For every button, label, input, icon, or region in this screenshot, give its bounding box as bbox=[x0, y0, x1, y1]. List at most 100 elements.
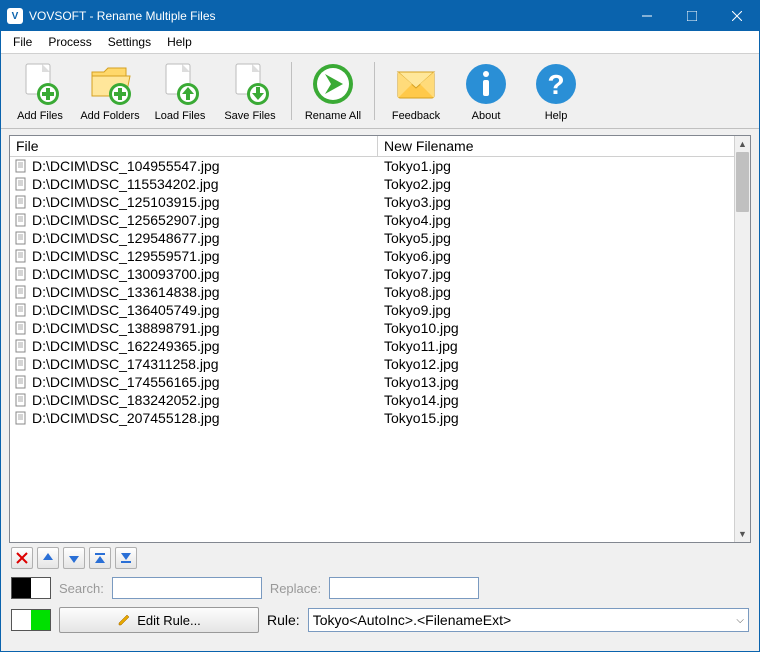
cell-new-filename: Tokyo8.jpg bbox=[378, 284, 734, 300]
cell-new-filename: Tokyo10.jpg bbox=[378, 320, 734, 336]
app-icon: V bbox=[7, 8, 23, 24]
about-icon bbox=[462, 60, 510, 108]
toolbar-feedback-button[interactable]: Feedback bbox=[381, 56, 451, 126]
scroll-down-icon[interactable]: ▼ bbox=[735, 526, 750, 542]
rule-dropdown[interactable]: Tokyo<AutoInc>.<FilenameExt> ⌵ bbox=[308, 608, 749, 632]
rule-label: Rule: bbox=[267, 612, 300, 628]
table-row[interactable]: D:\DCIM\DSC_162249365.jpgTokyo11.jpg bbox=[10, 337, 734, 355]
table-row[interactable]: D:\DCIM\DSC_129559571.jpgTokyo6.jpg bbox=[10, 247, 734, 265]
table-row[interactable]: D:\DCIM\DSC_125652907.jpgTokyo4.jpg bbox=[10, 211, 734, 229]
search-input[interactable] bbox=[112, 577, 262, 599]
menu-settings[interactable]: Settings bbox=[100, 33, 159, 51]
cell-new-filename: Tokyo2.jpg bbox=[378, 176, 734, 192]
column-header-file[interactable]: File bbox=[10, 136, 378, 156]
cell-new-filename: Tokyo4.jpg bbox=[378, 212, 734, 228]
cell-file: D:\DCIM\DSC_104955547.jpg bbox=[10, 158, 378, 174]
cell-file: D:\DCIM\DSC_174556165.jpg bbox=[10, 374, 378, 390]
maximize-button[interactable] bbox=[669, 1, 714, 31]
table-row[interactable]: D:\DCIM\DSC_136405749.jpgTokyo9.jpg bbox=[10, 301, 734, 319]
arrow-top-icon bbox=[93, 551, 107, 565]
move-top-button[interactable] bbox=[89, 547, 111, 569]
cell-new-filename: Tokyo1.jpg bbox=[378, 158, 734, 174]
toolbar-add-files-button[interactable]: Add Files bbox=[5, 56, 75, 126]
rule-row: Edit Rule... Rule: Tokyo<AutoInc>.<Filen… bbox=[9, 603, 751, 637]
delete-x-icon bbox=[15, 551, 29, 565]
cell-new-filename: Tokyo11.jpg bbox=[378, 338, 734, 354]
cell-file: D:\DCIM\DSC_183242052.jpg bbox=[10, 392, 378, 408]
cell-new-filename: Tokyo3.jpg bbox=[378, 194, 734, 210]
rule-toggle-swatch[interactable] bbox=[11, 609, 51, 631]
arrow-up-icon bbox=[41, 551, 55, 565]
scroll-up-icon[interactable]: ▲ bbox=[735, 136, 750, 152]
toolbar-load-files-button[interactable]: Load Files bbox=[145, 56, 215, 126]
search-toggle-swatch[interactable] bbox=[11, 577, 51, 599]
toolbar-label: Save Files bbox=[224, 110, 275, 122]
cell-file: D:\DCIM\DSC_125103915.jpg bbox=[10, 194, 378, 210]
cell-file: D:\DCIM\DSC_115534202.jpg bbox=[10, 176, 378, 192]
vertical-scrollbar[interactable]: ▲ ▼ bbox=[734, 136, 750, 542]
table-row[interactable]: D:\DCIM\DSC_130093700.jpgTokyo7.jpg bbox=[10, 265, 734, 283]
table-row[interactable]: D:\DCIM\DSC_125103915.jpgTokyo3.jpg bbox=[10, 193, 734, 211]
toolbar-label: Add Files bbox=[17, 110, 63, 122]
table-row[interactable]: D:\DCIM\DSC_174556165.jpgTokyo13.jpg bbox=[10, 373, 734, 391]
save-files-icon bbox=[226, 60, 274, 108]
toolbar-rename-all-button[interactable]: Rename All bbox=[298, 56, 368, 126]
table-row[interactable]: D:\DCIM\DSC_133614838.jpgTokyo8.jpg bbox=[10, 283, 734, 301]
delete-row-button[interactable] bbox=[11, 547, 33, 569]
toolbar-label: About bbox=[472, 110, 501, 122]
move-down-button[interactable] bbox=[63, 547, 85, 569]
feedback-icon bbox=[392, 60, 440, 108]
cell-new-filename: Tokyo14.jpg bbox=[378, 392, 734, 408]
cell-file: D:\DCIM\DSC_129559571.jpg bbox=[10, 248, 378, 264]
chevron-down-icon: ⌵ bbox=[736, 615, 744, 626]
minimize-button[interactable] bbox=[624, 1, 669, 31]
table-row[interactable]: D:\DCIM\DSC_183242052.jpgTokyo14.jpg bbox=[10, 391, 734, 409]
toolbar-label: Rename All bbox=[305, 110, 361, 122]
row-controls bbox=[9, 543, 751, 573]
search-replace-row: Search: Replace: bbox=[9, 573, 751, 603]
toolbar-help-button[interactable]: ? Help bbox=[521, 56, 591, 126]
cell-file: D:\DCIM\DSC_136405749.jpg bbox=[10, 302, 378, 318]
table-row[interactable]: D:\DCIM\DSC_104955547.jpgTokyo1.jpg bbox=[10, 157, 734, 175]
rename-all-icon bbox=[309, 60, 357, 108]
column-header-new-filename[interactable]: New Filename bbox=[378, 136, 734, 156]
titlebar: V VOVSOFT - Rename Multiple Files bbox=[1, 1, 759, 31]
help-icon: ? bbox=[532, 60, 580, 108]
cell-file: D:\DCIM\DSC_129548677.jpg bbox=[10, 230, 378, 246]
toolbar-label: Add Folders bbox=[80, 110, 139, 122]
toolbar-label: Help bbox=[545, 110, 568, 122]
toolbar-add-folders-button[interactable]: Add Folders bbox=[75, 56, 145, 126]
close-button[interactable] bbox=[714, 1, 759, 31]
menu-help[interactable]: Help bbox=[159, 33, 200, 51]
cell-new-filename: Tokyo6.jpg bbox=[378, 248, 734, 264]
cell-new-filename: Tokyo5.jpg bbox=[378, 230, 734, 246]
add-files-icon bbox=[16, 60, 64, 108]
table-row[interactable]: D:\DCIM\DSC_138898791.jpgTokyo10.jpg bbox=[10, 319, 734, 337]
edit-rule-label: Edit Rule... bbox=[137, 613, 201, 628]
table-row[interactable]: D:\DCIM\DSC_174311258.jpgTokyo12.jpg bbox=[10, 355, 734, 373]
replace-input[interactable] bbox=[329, 577, 479, 599]
cell-new-filename: Tokyo15.jpg bbox=[378, 410, 734, 426]
menubar: File Process Settings Help bbox=[1, 31, 759, 54]
search-label: Search: bbox=[59, 581, 104, 596]
cell-new-filename: Tokyo9.jpg bbox=[378, 302, 734, 318]
file-table: File New Filename D:\DCIM\DSC_104955547.… bbox=[9, 135, 751, 543]
pencil-icon bbox=[117, 613, 131, 627]
toolbar-about-button[interactable]: About bbox=[451, 56, 521, 126]
table-row[interactable]: D:\DCIM\DSC_115534202.jpgTokyo2.jpg bbox=[10, 175, 734, 193]
menu-process[interactable]: Process bbox=[40, 33, 99, 51]
toolbar-save-files-button[interactable]: Save Files bbox=[215, 56, 285, 126]
move-bottom-button[interactable] bbox=[115, 547, 137, 569]
cell-file: D:\DCIM\DSC_125652907.jpg bbox=[10, 212, 378, 228]
menu-file[interactable]: File bbox=[5, 33, 40, 51]
cell-file: D:\DCIM\DSC_162249365.jpg bbox=[10, 338, 378, 354]
cell-file: D:\DCIM\DSC_130093700.jpg bbox=[10, 266, 378, 282]
move-up-button[interactable] bbox=[37, 547, 59, 569]
table-row[interactable]: D:\DCIM\DSC_207455128.jpgTokyo15.jpg bbox=[10, 409, 734, 427]
add-folders-icon bbox=[86, 60, 134, 108]
scrollbar-thumb[interactable] bbox=[736, 152, 749, 212]
window-title: VOVSOFT - Rename Multiple Files bbox=[29, 9, 624, 23]
edit-rule-button[interactable]: Edit Rule... bbox=[59, 607, 259, 633]
cell-file: D:\DCIM\DSC_174311258.jpg bbox=[10, 356, 378, 372]
table-row[interactable]: D:\DCIM\DSC_129548677.jpgTokyo5.jpg bbox=[10, 229, 734, 247]
